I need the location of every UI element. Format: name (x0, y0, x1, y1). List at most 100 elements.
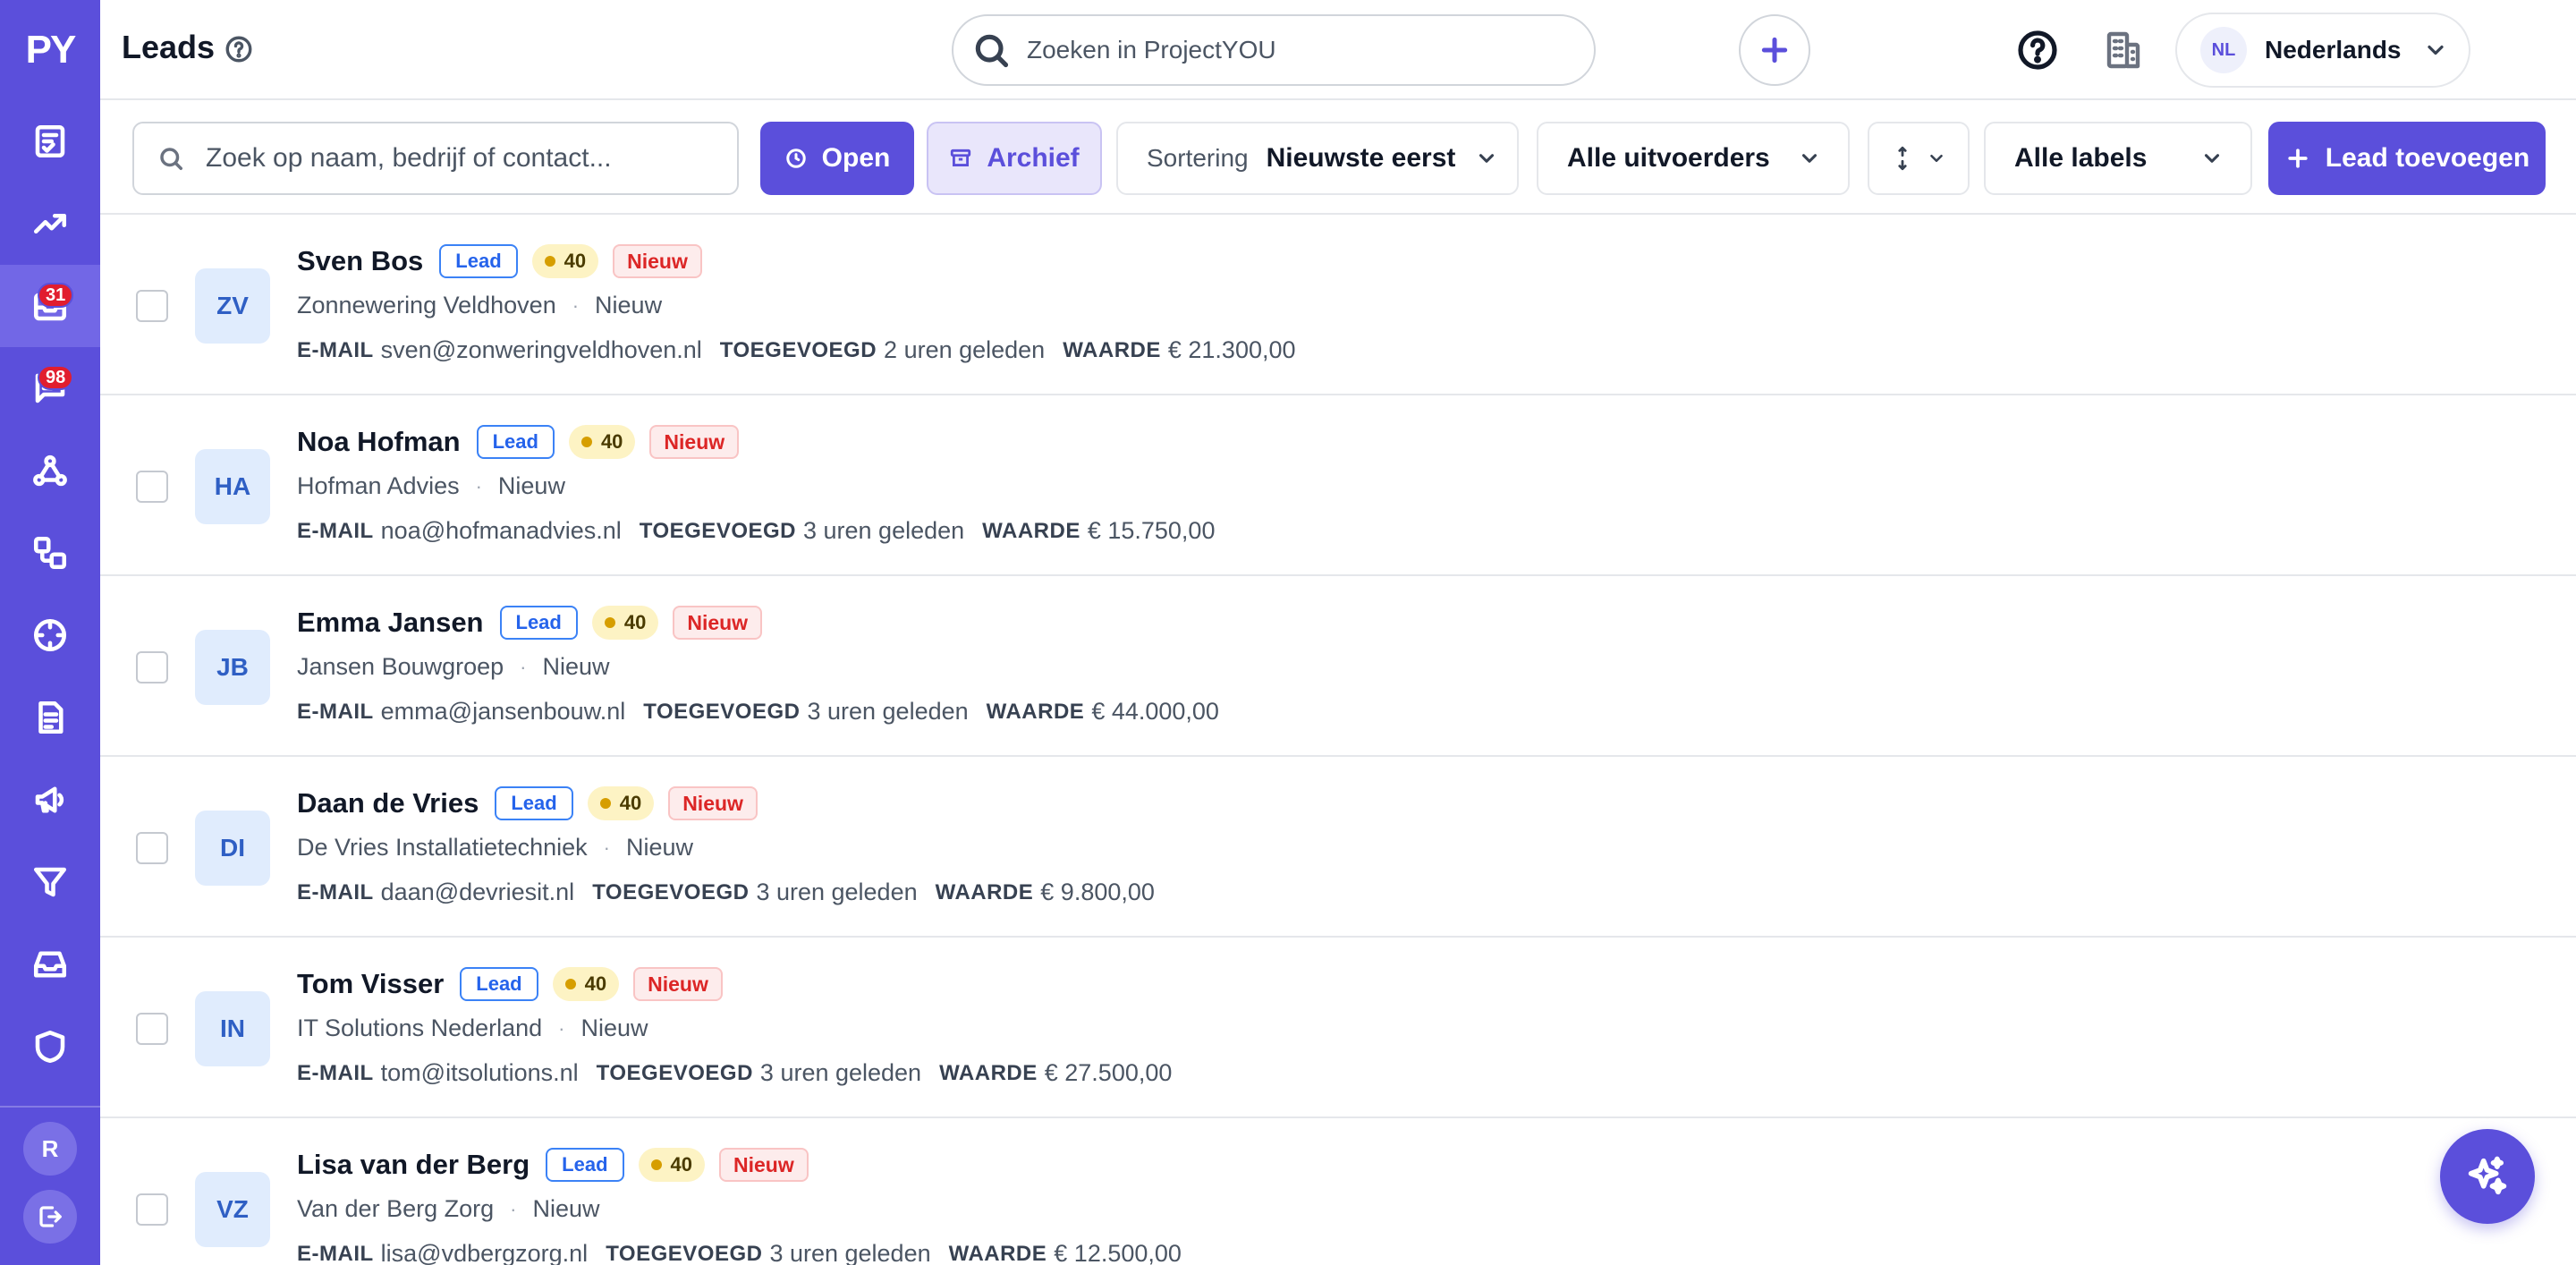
performer-select[interactable]: Alle uitvoerders (1537, 122, 1850, 195)
sidebar-item-network[interactable] (0, 429, 100, 512)
add-lead-button[interactable]: Lead toevoegen (2268, 122, 2546, 195)
sort-direction-select[interactable] (1868, 122, 1970, 195)
company-initials-avatar: IN (195, 991, 270, 1066)
ai-assistant-button[interactable] (2440, 1129, 2535, 1224)
lead-name[interactable]: Noa Hofman (297, 426, 461, 458)
score-dot (599, 798, 611, 809)
user-avatar[interactable]: R (23, 1122, 77, 1176)
archive-filter-label: Archief (987, 143, 1080, 173)
separator-dot: · (510, 1197, 517, 1220)
lead-email[interactable]: emma@jansenbouw.nl (381, 698, 626, 726)
added-key: TOEGEVOEGD (596, 1060, 753, 1085)
lead-search-input[interactable] (206, 143, 707, 174)
help-circle-icon (2018, 30, 2057, 70)
row-checkbox[interactable] (136, 290, 168, 322)
archive-icon (951, 149, 971, 166)
quick-add-button[interactable] (1739, 14, 1810, 86)
lead-status-badge: Nieuw (719, 1148, 809, 1182)
row-checkbox[interactable] (136, 1193, 168, 1226)
sidebar-item-campaigns[interactable] (0, 759, 100, 841)
archive-filter-button[interactable]: Archief (927, 122, 1102, 195)
sort-prefix: Sortering (1147, 144, 1249, 172)
lead-status-badge: Nieuw (668, 786, 758, 820)
labels-select[interactable]: Alle labels (1984, 122, 2252, 195)
lead-row[interactable]: JB Emma Jansen Lead 40 Nieuw Jansen Bouw… (100, 576, 2576, 757)
lead-company-line: Van der Berg Zorg · Nieuw (297, 1195, 599, 1223)
lead-company-line: Zonnewering Veldhoven · Nieuw (297, 292, 662, 319)
sort-value: Nieuwste eerst (1266, 143, 1456, 173)
lead-name[interactable]: Lisa van der Berg (297, 1149, 530, 1181)
sidebar-item-leads[interactable]: 31 (0, 265, 100, 347)
added-key: TOEGEVOEGD (643, 699, 801, 724)
lead-email[interactable]: sven@zonweringveldhoven.nl (381, 336, 702, 364)
lead-type-tag: Lead (439, 244, 518, 278)
lead-company-line: De Vries Installatietechniek · Nieuw (297, 834, 693, 862)
sidebar-item-workflows[interactable] (0, 512, 100, 594)
sidebar-item-targets[interactable] (0, 594, 100, 676)
email-key: E-MAIL (297, 699, 374, 724)
lead-stage: Nieuw (532, 1195, 600, 1222)
question-circle-icon (225, 36, 252, 63)
sidebar-item-tasks[interactable] (0, 100, 100, 183)
row-checkbox[interactable] (136, 1013, 168, 1045)
score-dot (544, 256, 555, 267)
lead-stage: Nieuw (497, 472, 565, 499)
clock-icon (785, 149, 806, 168)
row-checkbox[interactable] (136, 471, 168, 503)
lead-value: € 21.300,00 (1167, 336, 1296, 363)
separator-dot: · (572, 293, 580, 317)
lead-name[interactable]: Tom Visser (297, 968, 444, 1000)
lead-row[interactable]: ZV Sven Bos Lead 40 Nieuw Zonnewering Ve… (100, 215, 2576, 395)
lead-name[interactable]: Daan de Vries (297, 787, 479, 819)
lead-email[interactable]: daan@devriesit.nl (381, 879, 575, 906)
lead-value: € 15.750,00 (1087, 517, 1216, 544)
lead-row[interactable]: HA Noa Hofman Lead 40 Nieuw Hofman Advie… (100, 395, 2576, 576)
lead-email[interactable]: lisa@vdbergzorg.nl (381, 1240, 589, 1265)
company-initials-avatar: JB (195, 630, 270, 705)
lead-email[interactable]: noa@hofmanadvies.nl (381, 517, 622, 545)
lead-row[interactable]: VZ Lisa van der Berg Lead 40 Nieuw Van d… (100, 1118, 2576, 1265)
lead-row[interactable]: DI Daan de Vries Lead 40 Nieuw De Vries … (100, 757, 2576, 938)
row-checkbox[interactable] (136, 651, 168, 683)
language-code-badge: NL (2200, 27, 2247, 73)
lead-search[interactable] (132, 122, 739, 195)
lead-row[interactable]: IN Tom Visser Lead 40 Nieuw IT Solutions… (100, 938, 2576, 1118)
company-initials-avatar: ZV (195, 268, 270, 344)
company-button[interactable] (2100, 27, 2147, 73)
added-key: TOEGEVOEGD (606, 1241, 763, 1265)
sidebar-item-messages[interactable]: 98 (0, 347, 100, 429)
global-search-input[interactable] (1027, 36, 1563, 64)
open-filter-button[interactable]: Open (760, 122, 914, 195)
lead-meta-line: E-MAIL lisa@vdbergzorg.nl TOEGEVOEGD 3 u… (297, 1240, 1199, 1265)
lead-added: 3 uren geleden (769, 1240, 931, 1265)
lead-email[interactable]: tom@itsolutions.nl (381, 1059, 579, 1087)
lead-company: Zonnewering Veldhoven (297, 292, 556, 318)
lead-name[interactable]: Emma Jansen (297, 607, 484, 639)
sidebar-item-documents[interactable] (0, 676, 100, 759)
open-filter-label: Open (821, 143, 891, 173)
language-selector[interactable]: NL Nederlands (2175, 13, 2470, 88)
sidebar-divider (0, 1106, 100, 1108)
lead-meta-line: E-MAIL daan@devriesit.nl TOEGEVOEGD 3 ur… (297, 879, 1173, 906)
sidebar-item-analytics[interactable] (0, 183, 100, 265)
lead-added: 3 uren geleden (807, 698, 969, 725)
megaphone-icon (35, 786, 64, 813)
lead-value: € 12.500,00 (1054, 1240, 1182, 1265)
lead-name[interactable]: Sven Bos (297, 245, 423, 277)
row-checkbox[interactable] (136, 832, 168, 864)
added-key: TOEGEVOEGD (592, 879, 750, 904)
app-logo[interactable]: PY (0, 0, 100, 100)
crosshair-icon (33, 618, 67, 652)
search-icon (160, 148, 182, 170)
support-button[interactable] (2014, 27, 2061, 73)
separator-dot: · (558, 1016, 565, 1040)
help-button[interactable] (224, 34, 254, 64)
logout-button[interactable] (23, 1190, 77, 1244)
sidebar-item-security[interactable] (0, 1006, 100, 1088)
sidebar-item-funnel[interactable] (0, 841, 100, 923)
score-dot (650, 1159, 662, 1170)
global-search[interactable] (952, 14, 1596, 86)
workflow-icon (33, 536, 67, 570)
sort-select[interactable]: Sortering Nieuwste eerst (1116, 122, 1519, 195)
sidebar-item-inbox[interactable] (0, 923, 100, 1006)
